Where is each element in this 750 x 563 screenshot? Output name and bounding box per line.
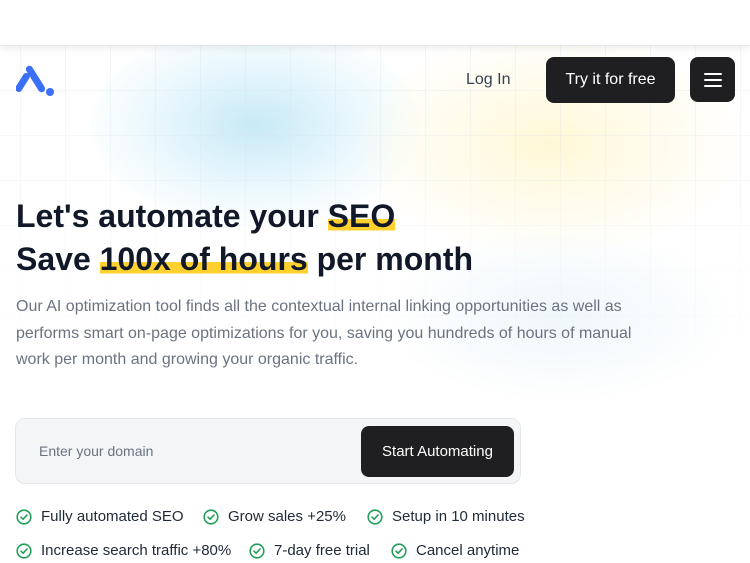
headline-highlight-seo: SEO xyxy=(327,198,396,234)
check-circle-icon xyxy=(16,508,32,525)
feature-item: Increase search traffic +80% xyxy=(16,542,231,559)
headline-suffix: per month xyxy=(307,241,474,277)
check-circle-icon xyxy=(249,542,265,559)
feature-item: Cancel anytime xyxy=(391,542,519,559)
check-circle-icon xyxy=(391,542,407,559)
domain-input[interactable] xyxy=(28,429,358,473)
feature-label: Setup in 10 minutes xyxy=(392,508,525,525)
feature-item: Fully automated SEO xyxy=(16,508,184,525)
navbar: Log In Try it for free xyxy=(0,45,750,115)
brand-logo[interactable] xyxy=(16,62,56,98)
hero-description: Our AI optimization tool finds all the c… xyxy=(16,298,632,368)
headline-highlight-hours: 100x of hours xyxy=(99,241,308,277)
hamburger-icon xyxy=(703,72,722,87)
feature-item: Setup in 10 minutes xyxy=(367,508,525,525)
headline-line-1: Let's automate your SEO xyxy=(16,195,473,238)
feature-label: Cancel anytime xyxy=(416,542,520,559)
check-circle-icon xyxy=(16,542,32,559)
login-link[interactable]: Log In xyxy=(466,71,510,89)
headline-line-2: Save 100x of hours per month xyxy=(16,238,473,281)
feature-item: Grow sales +25% xyxy=(203,508,346,525)
headline-text: Let's automate your xyxy=(16,198,328,234)
domain-form: Start Automating xyxy=(15,418,521,484)
feature-label: Increase search traffic +80% xyxy=(41,542,232,559)
start-automating-button[interactable]: Start Automating xyxy=(361,426,514,477)
hero-heading: Let's automate your SEO Save 100x of hou… xyxy=(16,195,473,281)
try-free-button[interactable]: Try it for free xyxy=(546,57,675,103)
feature-label: Fully automated SEO xyxy=(41,508,184,525)
check-circle-icon xyxy=(203,508,219,525)
headline-text: Save xyxy=(16,241,100,277)
menu-button[interactable] xyxy=(690,57,735,102)
feature-label: 7-day free trial xyxy=(274,542,370,559)
feature-label: Grow sales +25% xyxy=(228,508,346,525)
feature-item: 7-day free trial xyxy=(249,542,370,559)
check-circle-icon xyxy=(367,508,383,525)
browser-top-bar xyxy=(0,0,750,45)
